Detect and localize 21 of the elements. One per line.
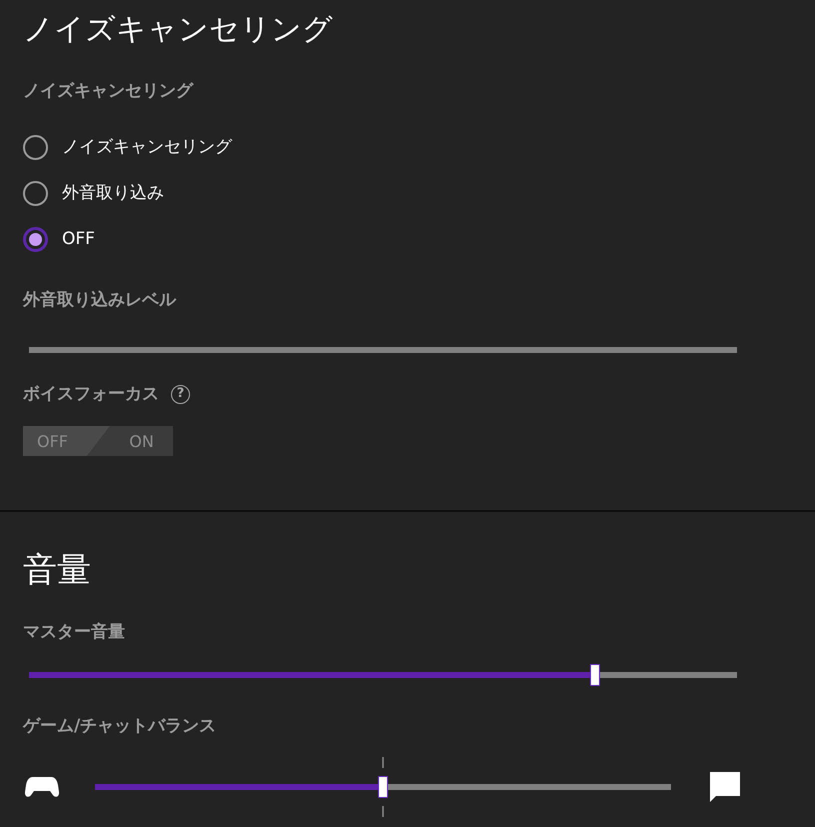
slider-label: 外音取り込みレベル — [23, 289, 176, 311]
slider-track[interactable] — [95, 776, 671, 798]
radio-button[interactable] — [23, 134, 48, 160]
radio-button[interactable] — [23, 180, 48, 206]
radio-button[interactable] — [23, 226, 48, 252]
help-icon[interactable]: ? — [171, 384, 190, 404]
slider-thumb[interactable] — [378, 776, 388, 798]
slider-label: ゲーム/チャットバランス — [23, 715, 216, 737]
slider-thumb[interactable] — [590, 664, 600, 686]
center-tick-mark — [382, 757, 384, 817]
slider-track[interactable] — [29, 664, 737, 686]
section-title: 音量 — [23, 550, 91, 590]
gamepad-icon — [25, 776, 59, 798]
radio-label[interactable]: ノイズキャンセリング — [62, 136, 232, 158]
slider-label: マスター音量 — [23, 621, 125, 643]
group-label: ノイズキャンセリング — [23, 80, 193, 102]
radio-label[interactable]: 外音取り込み — [62, 182, 164, 204]
chat-bubble-icon — [710, 772, 740, 802]
section-title: ノイズキャンセリング — [23, 11, 333, 49]
setting-label: ボイスフォーカス — [23, 383, 159, 405]
radio-label[interactable]: OFF — [62, 228, 95, 250]
